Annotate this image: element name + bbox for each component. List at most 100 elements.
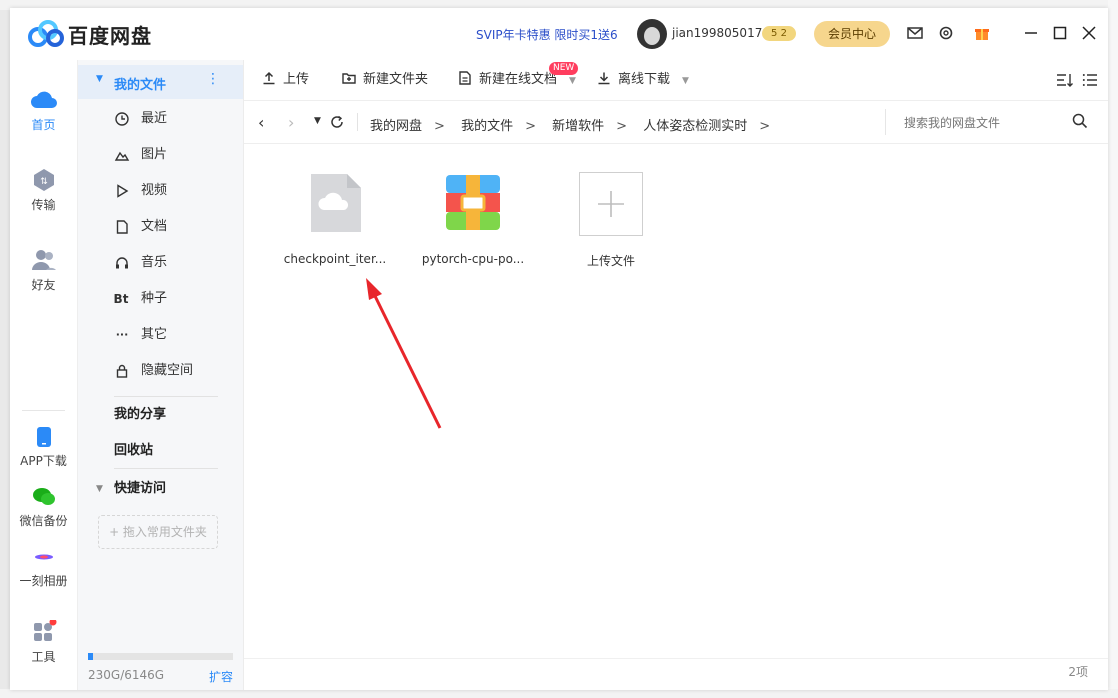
sidebar-item-label: 文档 — [141, 219, 168, 234]
storage-progress-fill — [88, 653, 94, 660]
address-divider — [357, 113, 358, 131]
chevron-down-icon[interactable]: ▼ — [569, 76, 576, 86]
storage-usage-text: 230G/6146G — [88, 668, 165, 682]
status-divider — [244, 658, 1108, 659]
storage-progress-bar — [88, 653, 233, 660]
sidebar-divider — [114, 396, 218, 397]
username[interactable]: jian199805017 — [672, 26, 762, 40]
sidebar-quick-access-label: 快捷访问 — [114, 481, 167, 496]
svip-promo-link[interactable]: SVIP年卡特惠 限时买1送6 — [476, 26, 618, 43]
file-item[interactable]: checkpoint_iter... — [275, 172, 395, 266]
rail-item-home[interactable]: 首页 — [10, 88, 77, 133]
online-doc-icon — [459, 71, 471, 85]
document-icon — [116, 220, 128, 234]
sidebar-item-images[interactable]: 图片 — [78, 138, 243, 172]
rail-item-app-download[interactable]: APP下载 — [10, 426, 77, 469]
new-badge: NEW — [549, 62, 579, 75]
back-icon[interactable]: ‹ — [258, 113, 264, 132]
offline-download-button[interactable]: 离线下载 ▼ — [596, 71, 689, 89]
forward-icon[interactable]: › — [288, 113, 294, 132]
rail-label-album: 一刻相册 — [19, 574, 68, 588]
search-box — [885, 109, 1096, 135]
vip-center-button[interactable]: 会员中心 — [814, 21, 890, 47]
refresh-icon[interactable] — [330, 115, 344, 129]
rail-item-album[interactable]: 一刻相册 — [10, 546, 77, 589]
upload-icon — [263, 71, 275, 85]
list-view-icon[interactable] — [1082, 72, 1098, 88]
upload-file-label: 上传文件 — [586, 254, 635, 268]
breadcrumb-item[interactable]: 我的文件 — [461, 119, 513, 134]
plus-icon — [579, 172, 643, 236]
sidebar-my-share[interactable]: 我的分享 — [78, 398, 243, 432]
lock-icon — [116, 364, 128, 378]
sort-icon[interactable] — [1056, 72, 1074, 88]
phone-icon — [36, 427, 51, 447]
new-folder-label: 新建文件夹 — [363, 72, 429, 87]
sidebar-item-label: 种子 — [141, 291, 168, 306]
quick-access-drop-zone[interactable]: + 拖入常用文件夹 — [98, 515, 218, 549]
background-desktop-right — [1108, 0, 1118, 698]
background-desktop-bottom — [0, 689, 1118, 698]
history-dropdown-icon[interactable]: ▼ — [314, 116, 321, 126]
address-bar: ‹ › ▼ 我的网盘 > 我的文件 > 新增软件 > 人体姿态检测实时 > — [244, 101, 1108, 144]
close-icon[interactable] — [1080, 24, 1098, 42]
sidebar-my-files-header[interactable]: ▼ 我的文件 ⋮ — [78, 65, 243, 99]
headphones-icon — [116, 257, 128, 269]
rail-divider — [22, 410, 65, 411]
rail-label-home: 首页 — [31, 118, 56, 132]
rail-item-wechat-backup[interactable]: 微信备份 — [10, 486, 77, 529]
sidebar-item-label: 其它 — [141, 327, 168, 342]
breadcrumb-separator: > — [616, 119, 628, 134]
sidebar-recycle-bin[interactable]: 回收站 — [78, 434, 243, 468]
cloud-file-icon — [311, 174, 361, 232]
rail-item-tools[interactable]: 工具 — [10, 620, 77, 665]
sidebar-item-recent[interactable]: 最近 — [78, 102, 243, 136]
sidebar-item-hidden-space[interactable]: 隐藏空间 — [78, 354, 243, 388]
sidebar-quick-access[interactable]: ▼ 快捷访问 — [78, 472, 243, 506]
folder-add-icon — [342, 73, 356, 84]
sidebar-item-label: 视频 — [141, 183, 168, 198]
sidebar-item-music[interactable]: 音乐 — [78, 246, 243, 280]
tools-icon — [33, 620, 56, 641]
toolbar: 上传 新建文件夹 新建在线文档 ▼ NEW 离线下载 ▼ — [244, 60, 1108, 101]
sidebar-item-label: 隐藏空间 — [141, 363, 194, 378]
caret-down-icon: ▼ — [96, 74, 103, 84]
expand-storage-link[interactable]: 扩容 — [209, 668, 233, 685]
mail-icon[interactable] — [906, 24, 924, 42]
rail-item-transfer[interactable]: ⇅ 传输 — [10, 168, 77, 213]
level-badge: 5 2 — [762, 26, 796, 41]
breadcrumb-separator: > — [759, 119, 771, 134]
sidebar-item-videos[interactable]: 视频 — [78, 174, 243, 208]
sidebar-item-documents[interactable]: 文档 — [78, 210, 243, 244]
rail-label-tools: 工具 — [31, 650, 56, 664]
download-icon — [598, 72, 610, 85]
sidebar-item-others[interactable]: ··· 其它 — [78, 318, 243, 352]
file-item[interactable]: pytorch-cpu-po... — [413, 172, 533, 266]
sidebar-my-files-label: 我的文件 — [114, 78, 167, 93]
breadcrumb-item[interactable]: 我的网盘 — [370, 119, 422, 134]
clock-icon — [115, 112, 129, 126]
search-input[interactable] — [902, 113, 1066, 133]
avatar[interactable] — [637, 19, 667, 49]
sidebar-item-torrents[interactable]: Bt 种子 — [78, 282, 243, 316]
gift-icon[interactable] — [973, 24, 991, 42]
sidebar-item-label: 图片 — [141, 147, 168, 162]
album-icon — [34, 554, 53, 560]
upload-file-tile[interactable]: 上传文件 — [551, 172, 671, 269]
title-bar: 百度网盘 SVIP年卡特惠 限时买1送6 jian199805017 5 2 会… — [10, 8, 1108, 60]
search-icon[interactable] — [1072, 113, 1088, 129]
baidu-netdisk-window: 百度网盘 SVIP年卡特惠 限时买1送6 jian199805017 5 2 会… — [10, 8, 1108, 690]
new-folder-button[interactable]: 新建文件夹 — [341, 71, 428, 89]
breadcrumb: 我的网盘 > 我的文件 > 新增软件 > 人体姿态检测实时 > — [370, 115, 782, 134]
gear-icon[interactable] — [937, 24, 955, 42]
more-vertical-icon[interactable]: ⋮ — [206, 71, 220, 87]
rail-label-app-download: APP下载 — [20, 454, 67, 468]
breadcrumb-item[interactable]: 新增软件 — [552, 119, 604, 134]
maximize-icon[interactable] — [1051, 24, 1069, 42]
breadcrumb-item[interactable]: 人体姿态检测实时 — [643, 119, 747, 134]
upload-button[interactable]: 上传 — [261, 71, 309, 89]
rail-item-friends[interactable]: 好友 — [10, 248, 77, 293]
baidu-netdisk-logo-icon — [28, 20, 64, 47]
chevron-down-icon[interactable]: ▼ — [682, 76, 689, 86]
minimize-icon[interactable] — [1022, 24, 1040, 42]
